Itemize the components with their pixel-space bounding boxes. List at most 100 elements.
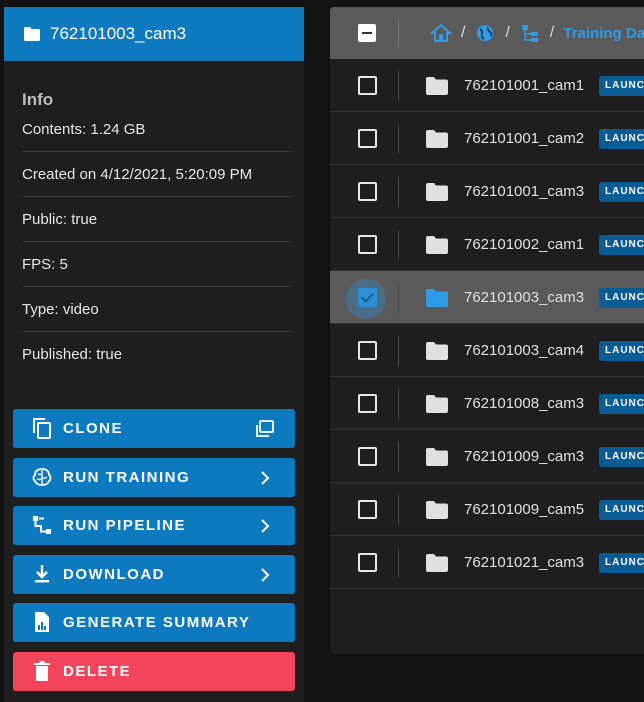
- folder-icon: [426, 395, 448, 413]
- file-browser-panel: / / / Training Data 762101001_cam1LAUNC7…: [330, 7, 644, 654]
- folder-icon: [426, 289, 448, 307]
- row-divider: [398, 495, 399, 525]
- brain-icon: [32, 467, 52, 486]
- file-name[interactable]: 762101003_cam4: [464, 324, 584, 377]
- breadcrumb-separator: /: [505, 24, 510, 41]
- pipeline-icon: [33, 516, 51, 534]
- launch-button[interactable]: LAUNC: [599, 341, 644, 361]
- delete-button[interactable]: DELETE: [13, 651, 295, 691]
- row-divider: [398, 177, 399, 207]
- folder-tree-icon[interactable]: [519, 22, 541, 44]
- launch-button[interactable]: LAUNC: [599, 553, 644, 573]
- info-type: Type: video: [22, 287, 291, 332]
- table-row[interactable]: 762101001_cam1 LAUNC: [330, 59, 644, 112]
- launch-button[interactable]: LAUNC: [599, 394, 644, 414]
- row-divider: [398, 336, 399, 366]
- chevron-right-icon: [261, 470, 270, 485]
- delete-label: DELETE: [63, 662, 132, 680]
- info-created: Created on 4/12/2021, 5:20:09 PM: [22, 152, 291, 197]
- table-row[interactable]: 762101008_cam3 LAUNC: [330, 377, 644, 430]
- info-contents: Contents: 1.24 GB: [22, 107, 291, 152]
- row-checkbox[interactable]: [358, 341, 377, 360]
- row-checkbox[interactable]: [358, 394, 377, 413]
- table-row[interactable]: 762101003_cam3 LAUNC: [330, 271, 644, 324]
- breadcrumb-separator: /: [461, 24, 466, 41]
- home-icon[interactable]: [430, 22, 452, 44]
- folder-icon: [426, 130, 448, 148]
- row-checkbox[interactable]: [358, 288, 377, 307]
- row-divider: [398, 548, 399, 578]
- file-name[interactable]: 762101002_cam1: [464, 218, 584, 271]
- row-checkbox[interactable]: [358, 553, 377, 572]
- file-name[interactable]: 762101009_cam5: [464, 483, 584, 536]
- row-divider: [398, 124, 399, 154]
- table-row[interactable]: 762101021_cam3 LAUNC: [330, 536, 644, 589]
- folder-icon: [426, 342, 448, 360]
- select-all-checkbox[interactable]: [358, 24, 376, 42]
- clone-window-icon: [256, 420, 274, 437]
- row-checkbox[interactable]: [358, 182, 377, 201]
- launch-button[interactable]: LAUNC: [599, 76, 644, 96]
- generate-summary-label: GENERATE SUMMARY: [63, 614, 251, 631]
- file-name[interactable]: 762101021_cam3: [464, 536, 584, 589]
- action-buttons: CLONE RUN TRAINING RUN PIPELINE DOWNLOAD…: [13, 409, 295, 700]
- row-checkbox[interactable]: [358, 500, 377, 519]
- info-published: Published: true: [22, 346, 123, 363]
- breadcrumb-separator: /: [549, 24, 555, 41]
- breadcrumb-current[interactable]: Training Data: [563, 25, 644, 42]
- launch-button[interactable]: LAUNC: [599, 235, 644, 255]
- run-pipeline-button[interactable]: RUN PIPELINE: [13, 506, 295, 545]
- row-divider: [398, 389, 399, 419]
- launch-button[interactable]: LAUNC: [599, 288, 644, 308]
- chevron-right-icon: [261, 567, 270, 582]
- download-icon: [35, 564, 49, 582]
- clone-icon: [33, 418, 51, 439]
- table-row[interactable]: 762101002_cam1 LAUNC: [330, 218, 644, 271]
- header-divider: [398, 19, 399, 47]
- file-name[interactable]: 762101001_cam1: [464, 59, 584, 112]
- table-row[interactable]: 762101003_cam4 LAUNC: [330, 324, 644, 377]
- row-checkbox[interactable]: [358, 235, 377, 254]
- file-list: 762101001_cam1 LAUNC 762101001_cam2 LAUNC 76…: [330, 59, 644, 589]
- folder-icon: [426, 501, 448, 519]
- download-button[interactable]: DOWNLOAD: [13, 554, 295, 594]
- table-row[interactable]: 762101009_cam5 LAUNC: [330, 483, 644, 536]
- row-checkbox[interactable]: [358, 76, 377, 95]
- info-list: Contents: 1.24 GB Created on 4/12/2021, …: [22, 107, 291, 377]
- run-training-button[interactable]: RUN TRAINING: [13, 457, 295, 497]
- run-training-label: RUN TRAINING: [63, 468, 191, 486]
- chevron-right-icon: [261, 519, 270, 533]
- folder-icon: [426, 236, 448, 254]
- generate-summary-button[interactable]: GENERATE SUMMARY: [13, 603, 295, 642]
- folder-icon: [426, 183, 448, 201]
- file-name[interactable]: 762101001_cam3: [464, 165, 584, 218]
- info-heading: Info: [22, 90, 54, 109]
- launch-button[interactable]: LAUNC: [599, 182, 644, 202]
- launch-button[interactable]: LAUNC: [599, 500, 644, 520]
- run-pipeline-label: RUN PIPELINE: [63, 517, 187, 534]
- file-name[interactable]: 762101003_cam3: [464, 271, 584, 324]
- clone-button[interactable]: CLONE: [13, 409, 295, 448]
- folder-icon: [426, 77, 448, 95]
- table-row[interactable]: 762101009_cam3 LAUNC: [330, 430, 644, 483]
- table-row[interactable]: 762101001_cam3 LAUNC: [330, 165, 644, 218]
- summary-file-icon: [35, 612, 49, 632]
- launch-button[interactable]: LAUNC: [599, 129, 644, 149]
- file-name[interactable]: 762101008_cam3: [464, 377, 584, 430]
- breadcrumb: / / / Training Data: [430, 7, 644, 59]
- globe-icon[interactable]: [474, 22, 496, 44]
- table-row[interactable]: 762101001_cam2 LAUNC: [330, 112, 644, 165]
- dataset-details-panel: 762101003_cam3 Info Contents: 1.24 GB Cr…: [4, 7, 304, 702]
- row-checkbox[interactable]: [358, 447, 377, 466]
- clone-label: CLONE: [63, 420, 123, 437]
- row-checkbox[interactable]: [358, 129, 377, 148]
- dataset-title: 762101003_cam3: [50, 24, 187, 43]
- row-divider: [398, 283, 399, 313]
- dataset-header: 762101003_cam3: [4, 7, 304, 61]
- folder-icon: [426, 448, 448, 466]
- folder-icon: [426, 554, 448, 572]
- file-browser-header: / / / Training Data: [330, 7, 644, 59]
- launch-button[interactable]: LAUNC: [599, 447, 644, 467]
- file-name[interactable]: 762101009_cam3: [464, 430, 584, 483]
- file-name[interactable]: 762101001_cam2: [464, 112, 584, 165]
